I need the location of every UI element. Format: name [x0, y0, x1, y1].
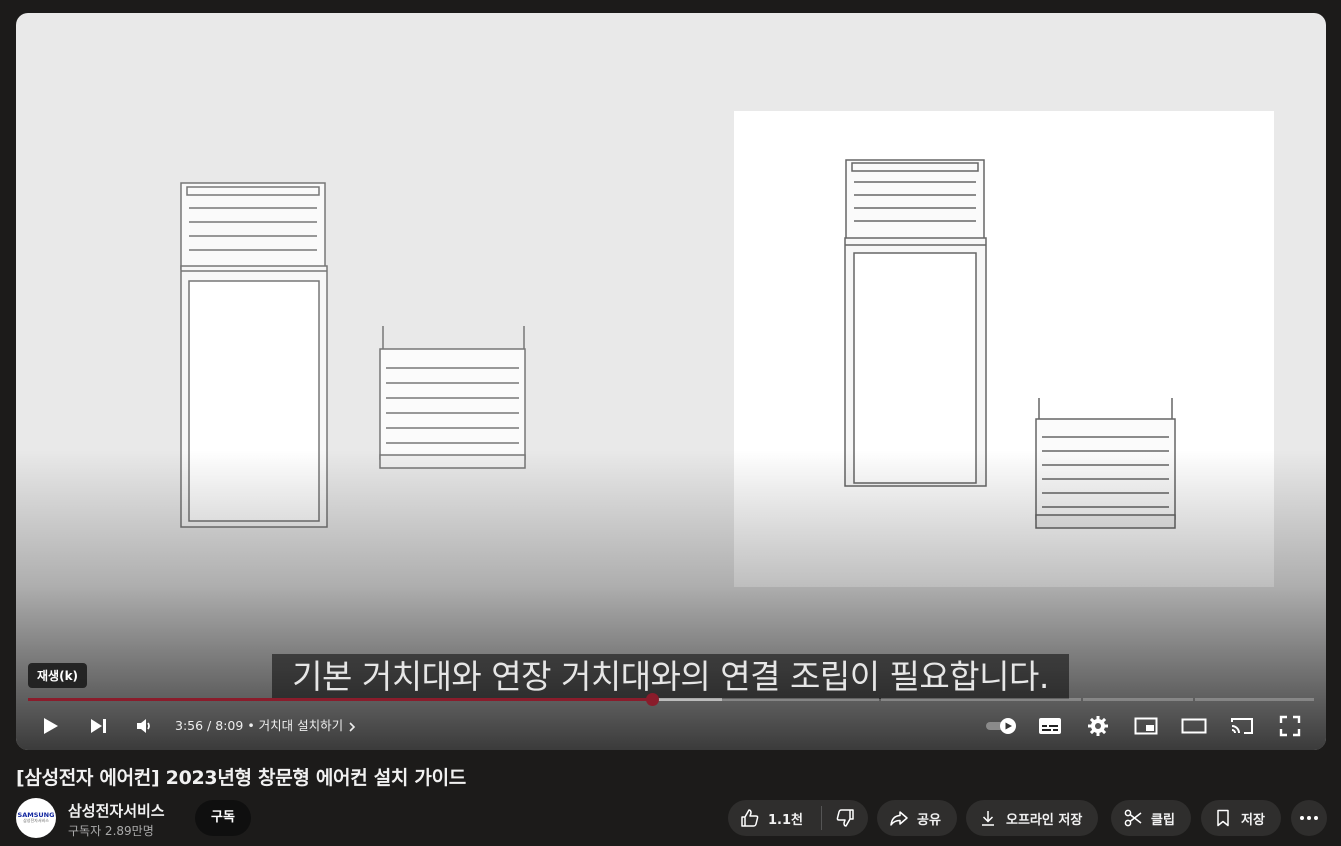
thumbs-down-icon	[836, 809, 854, 827]
current-time: 3:56	[175, 718, 204, 733]
like-dislike-group: 1.1천	[728, 800, 868, 836]
scissors-icon	[1124, 809, 1142, 827]
subtitles-button[interactable]	[1032, 708, 1068, 744]
played-bar	[28, 698, 652, 701]
bookmark-icon	[1217, 809, 1229, 827]
chapter-segment	[881, 698, 1081, 701]
subtitles-icon	[1039, 718, 1061, 734]
play-tooltip: 재생(k)	[28, 663, 88, 688]
time-display: 3:56 / 8:09 • 거치대 설치하기	[175, 708, 357, 744]
chapter-segment	[1195, 698, 1314, 701]
channel-row: SAMSUNG 삼성전자서비스 삼성전자서비스 구독자 2.89만명 구독 1.…	[16, 796, 1327, 840]
time-separator: /	[203, 718, 216, 733]
like-button[interactable]: 1.1천	[728, 800, 821, 836]
more-actions-button[interactable]	[1291, 800, 1327, 836]
scrubber-handle[interactable]	[645, 693, 659, 706]
autoplay-toggle-icon	[986, 718, 1016, 734]
theater-mode-button[interactable]	[1176, 708, 1212, 744]
share-button[interactable]: 공유	[877, 800, 957, 836]
next-button[interactable]	[80, 708, 116, 744]
channel-name[interactable]: 삼성전자서비스	[68, 800, 165, 821]
subscribe-button[interactable]: 구독	[195, 800, 251, 836]
chevron-right-icon	[347, 718, 357, 733]
progress-bar[interactable]	[28, 693, 1314, 706]
download-icon	[982, 811, 994, 826]
share-icon	[890, 811, 908, 826]
miniplayer-button[interactable]	[1128, 708, 1164, 744]
clip-button[interactable]: 클립	[1111, 800, 1191, 836]
chapter-title[interactable]: • 거치대 설치하기	[247, 718, 343, 733]
save-label: 저장	[1241, 812, 1265, 828]
avatar[interactable]: SAMSUNG 삼성전자서비스	[16, 798, 56, 838]
dislike-button[interactable]	[822, 800, 868, 836]
fullscreen-icon	[1279, 715, 1301, 737]
avatar-sub-text: 삼성전자서비스	[23, 818, 49, 824]
miniplayer-icon	[1134, 717, 1158, 735]
autoplay-toggle[interactable]	[982, 708, 1022, 744]
subscriber-count: 구독자 2.89만명	[68, 824, 154, 838]
player-controls: 3:56 / 8:09 • 거치대 설치하기	[16, 708, 1326, 744]
chapter-segment	[1083, 698, 1193, 701]
subtitle-caption: 기본 거치대와 연장 거치대와의 연결 조립이 필요합니다.	[272, 654, 1069, 699]
play-icon	[44, 718, 58, 734]
settings-button[interactable]	[1080, 708, 1116, 744]
volume-icon	[137, 719, 150, 733]
gear-icon	[1088, 716, 1108, 736]
download-button[interactable]: 오프라인 저장	[966, 800, 1099, 836]
theater-mode-icon	[1181, 718, 1207, 734]
like-count: 1.1천	[768, 812, 803, 828]
share-label: 공유	[917, 812, 941, 828]
video-title: [삼성전자 에어컨] 2023년형 창문형 에어컨 설치 가이드	[16, 767, 466, 789]
cast-button[interactable]	[1224, 708, 1260, 744]
clip-label: 클립	[1151, 812, 1175, 828]
fullscreen-button[interactable]	[1272, 708, 1308, 744]
next-icon	[91, 719, 106, 733]
volume-button[interactable]	[126, 708, 162, 744]
more-horizontal-icon	[1300, 816, 1318, 820]
thumbs-up-icon	[741, 809, 759, 827]
save-button[interactable]: 저장	[1201, 800, 1281, 836]
play-button[interactable]	[32, 708, 68, 744]
controls-gradient	[16, 450, 1326, 750]
total-time: 8:09	[215, 718, 244, 733]
download-label: 오프라인 저장	[1006, 812, 1083, 828]
cast-icon	[1231, 718, 1253, 734]
video-player[interactable]: 기본 거치대와 연장 거치대와의 연결 조립이 필요합니다. 재생(k) 3:5…	[16, 13, 1326, 750]
